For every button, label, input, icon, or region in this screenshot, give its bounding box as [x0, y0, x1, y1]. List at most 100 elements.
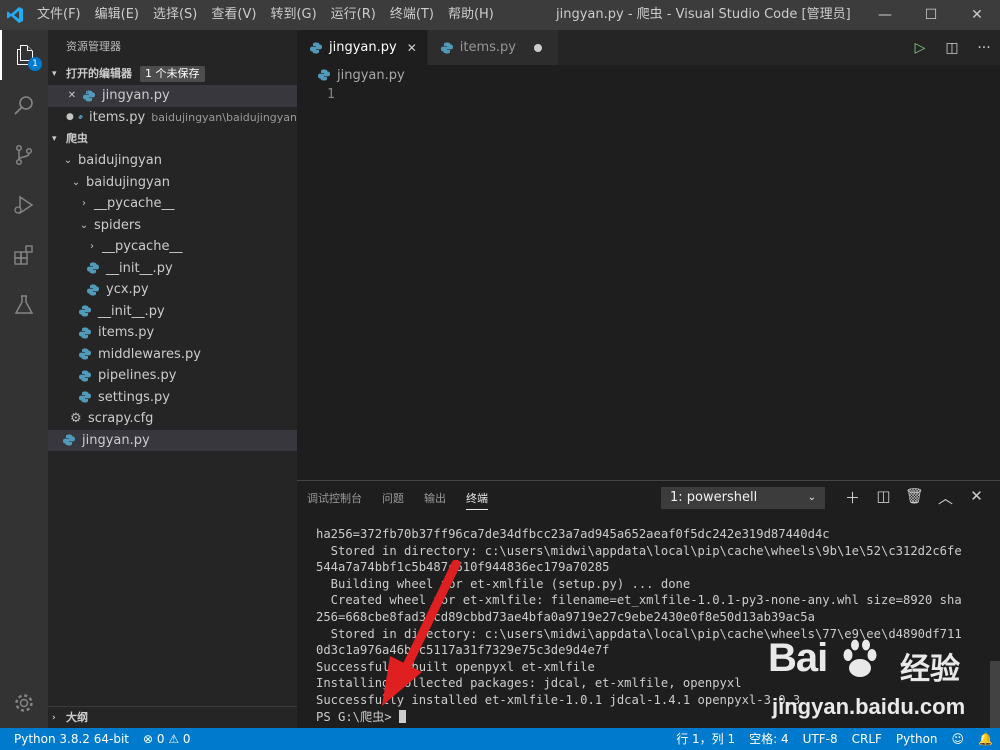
python-interpreter[interactable]: Python 3.8.2 64-bit: [0, 728, 136, 750]
tree-folder[interactable]: ⌄ spiders: [48, 215, 297, 237]
tree-label: __init__.py: [98, 303, 165, 319]
manage-activity-button[interactable]: [0, 678, 48, 728]
problems-indicator[interactable]: ⊗ 0 ⚠ 0: [136, 728, 198, 750]
tree-label: __pycache__: [102, 239, 183, 255]
tab-output[interactable]: 输出: [414, 481, 456, 516]
unsaved-dot-icon: [534, 43, 542, 52]
tree-file[interactable]: pipelines.py: [48, 365, 297, 387]
open-editors-label: 打开的编辑器: [66, 67, 132, 80]
maximize-button[interactable]: ☐: [908, 0, 954, 30]
watermark-url: jingyan.baidu.com: [772, 694, 966, 719]
tab-problems[interactable]: 问题: [372, 481, 414, 516]
split-terminal-button[interactable]: ◫: [868, 487, 899, 508]
tab-terminal[interactable]: 终端: [456, 481, 498, 516]
tree-file[interactable]: settings.py: [48, 387, 297, 409]
tree-folder[interactable]: ⌄ baidujingyan: [48, 172, 297, 194]
close-panel-button[interactable]: ✕: [961, 487, 992, 508]
python-file-icon: [87, 262, 99, 274]
cursor-position[interactable]: 行 1，列 1: [669, 728, 742, 750]
open-editors-header[interactable]: ▾ 打开的编辑器 1 个未保存: [48, 63, 297, 85]
tree-folder[interactable]: ⌄ baidujingyan: [48, 150, 297, 172]
tab-jingyan[interactable]: jingyan.py ✕: [297, 30, 428, 65]
watermark: Bai 经验 jingyan.baidu.com: [768, 636, 1000, 726]
end-of-line[interactable]: CRLF: [845, 728, 889, 750]
testing-icon: [14, 295, 34, 314]
maximize-panel-button[interactable]: ︿: [930, 487, 961, 508]
tree-file[interactable]: jingyan.py: [48, 429, 297, 451]
menu-go[interactable]: 转到(G): [263, 0, 323, 30]
source-control-activity-button[interactable]: [0, 130, 48, 180]
close-icon[interactable]: ✕: [66, 90, 78, 101]
tree-file[interactable]: __init__.py: [48, 258, 297, 280]
breadcrumb[interactable]: jingyan.py: [297, 65, 1000, 85]
feedback-icon[interactable]: ☺: [945, 728, 972, 750]
sidebar-title: 资源管理器: [66, 40, 121, 53]
tab-debug-console[interactable]: 调试控制台: [297, 481, 372, 516]
menu-terminal[interactable]: 终端(T): [383, 0, 441, 30]
python-file-icon: [79, 391, 91, 403]
menu-selection[interactable]: 选择(S): [146, 0, 204, 30]
extensions-icon: [14, 245, 33, 265]
tree-file[interactable]: ⚙ scrapy.cfg: [48, 408, 297, 430]
terminal-cursor: [399, 709, 407, 723]
open-editor-name: items.py: [89, 109, 146, 125]
search-activity-button[interactable]: [0, 80, 48, 130]
menu-edit[interactable]: 编辑(E): [88, 0, 146, 30]
explorer-badge: 1: [28, 57, 42, 71]
testing-activity-button[interactable]: [0, 280, 48, 330]
terminal-line: Stored in directory: c:\users\midwi\appd…: [316, 543, 962, 558]
python-file-icon: [78, 115, 83, 120]
run-debug-activity-button[interactable]: [0, 180, 48, 230]
bell-icon[interactable]: 🔔: [971, 728, 1000, 750]
open-editor-name: jingyan.py: [102, 88, 170, 104]
chevron-down-icon: ▾: [52, 69, 57, 79]
tree-label: baidujingyan: [78, 153, 162, 169]
menu-file[interactable]: 文件(F): [30, 0, 88, 30]
trash-icon[interactable]: 🗑: [899, 487, 930, 508]
tab-label: jingyan.py: [329, 40, 397, 55]
tree-folder[interactable]: › __pycache__: [48, 193, 297, 215]
menu-help[interactable]: 帮助(H): [441, 0, 501, 30]
code-editor[interactable]: 1: [297, 85, 1000, 480]
tab-items[interactable]: items.py: [427, 30, 559, 65]
activity-bar: 1: [0, 30, 48, 728]
title-bar: 文件(F) 编辑(E) 选择(S) 查看(V) 转到(G) 运行(R) 终端(T…: [0, 0, 1000, 30]
tree-file[interactable]: __init__.py: [48, 301, 297, 323]
run-python-file-button[interactable]: ▷: [904, 40, 936, 56]
watermark-brand-cn: 经验: [900, 652, 960, 687]
source-control-icon: [15, 144, 33, 166]
window-controls: — ☐ ✕: [862, 0, 1000, 30]
language-mode[interactable]: Python: [889, 728, 945, 750]
tree-folder[interactable]: › __pycache__: [48, 236, 297, 258]
close-icon[interactable]: ✕: [407, 41, 417, 55]
explorer-activity-button[interactable]: 1: [0, 30, 48, 80]
config-file-icon: ⚙: [70, 411, 82, 427]
tree-file[interactable]: middlewares.py: [48, 344, 297, 366]
menu-run[interactable]: 运行(R): [324, 0, 383, 30]
encoding[interactable]: UTF-8: [796, 728, 845, 750]
open-editor-item[interactable]: ✕ jingyan.py: [48, 85, 297, 107]
extensions-activity-button[interactable]: [0, 230, 48, 280]
tree-label: middlewares.py: [98, 346, 201, 362]
window-title: jingyan.py - 爬虫 - Visual Studio Code [管理…: [556, 7, 851, 22]
tree-file[interactable]: items.py: [48, 322, 297, 344]
tab-label: items.py: [459, 40, 516, 55]
menu-view[interactable]: 查看(V): [204, 0, 263, 30]
python-file-icon: [318, 69, 330, 81]
outline-header[interactable]: › 大纲: [48, 706, 297, 728]
indentation[interactable]: 空格: 4: [742, 728, 796, 750]
python-file-icon: [310, 42, 322, 53]
annotation-arrow: [382, 560, 461, 706]
terminal-select[interactable]: 1: powershell ⌄: [661, 487, 825, 509]
open-editor-item[interactable]: ● items.py baidujingyan\baidujingyan: [48, 107, 297, 129]
more-actions-button[interactable]: ···: [968, 40, 1000, 56]
tree-label: ycx.py: [106, 282, 149, 298]
folder-header[interactable]: ▾ 爬虫: [48, 128, 297, 150]
tree-file[interactable]: ycx.py: [48, 279, 297, 301]
python-file-icon: [79, 348, 91, 360]
tree-label: __pycache__: [94, 196, 175, 212]
close-window-button[interactable]: ✕: [954, 0, 1000, 30]
new-terminal-button[interactable]: ＋: [837, 487, 868, 508]
split-editor-button[interactable]: ◫: [936, 40, 968, 56]
minimize-button[interactable]: —: [862, 0, 908, 30]
